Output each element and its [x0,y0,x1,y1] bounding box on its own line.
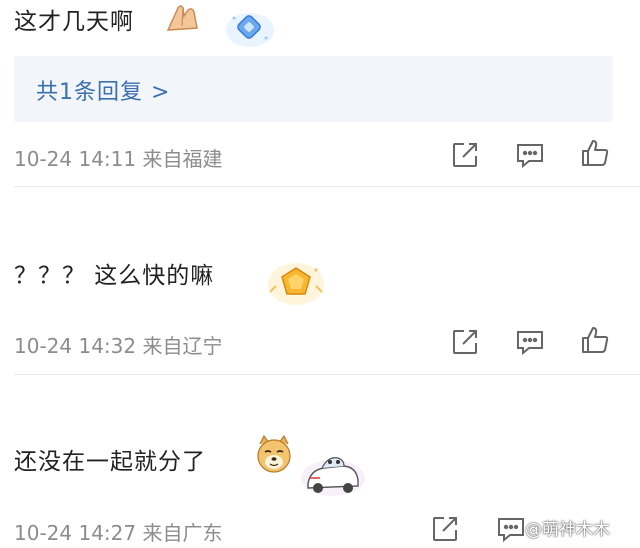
comment-meta: 10-24 14:32 来自辽宁 [14,330,222,359]
hands-together-emoji [164,2,200,32]
comment-time: 10-24 14:27 [14,521,137,545]
comment-location: 来自福建 [142,147,223,171]
divider [14,186,640,187]
like-icon[interactable] [580,138,610,168]
comment-text: 还没在一起就分了 [14,449,206,475]
watermark: @萌神木木 [525,520,610,540]
comment-icon[interactable] [515,140,545,170]
share-icon[interactable] [450,327,480,357]
comment-meta: 10-24 14:27 来自广东 [14,517,222,546]
comment-text: 这才几天啊 [14,9,134,35]
cartoon-car-badge [300,450,366,498]
comment-location: 来自辽宁 [142,334,223,358]
like-icon[interactable] [580,325,610,355]
gold-medal-badge [268,262,324,308]
comment-time: 10-24 14:32 [14,334,137,358]
reply-summary-box[interactable]: 共1条回复 > [14,56,613,122]
share-icon[interactable] [430,514,460,544]
divider [14,374,640,375]
doge-emoji [254,434,294,474]
comment-location: 来自广东 [142,521,223,545]
comment-icon[interactable] [515,327,545,357]
comment-time: 10-24 14:11 [14,147,137,171]
view-replies-link[interactable]: 共1条回复 > [36,74,170,106]
share-icon[interactable] [450,140,480,170]
blue-diamond-badge [224,8,276,50]
comment-icon[interactable] [496,514,526,544]
comment-text: ？？？ 这么快的嘛 [14,263,215,289]
comment-meta: 10-24 14:11 来自福建 [14,143,222,172]
